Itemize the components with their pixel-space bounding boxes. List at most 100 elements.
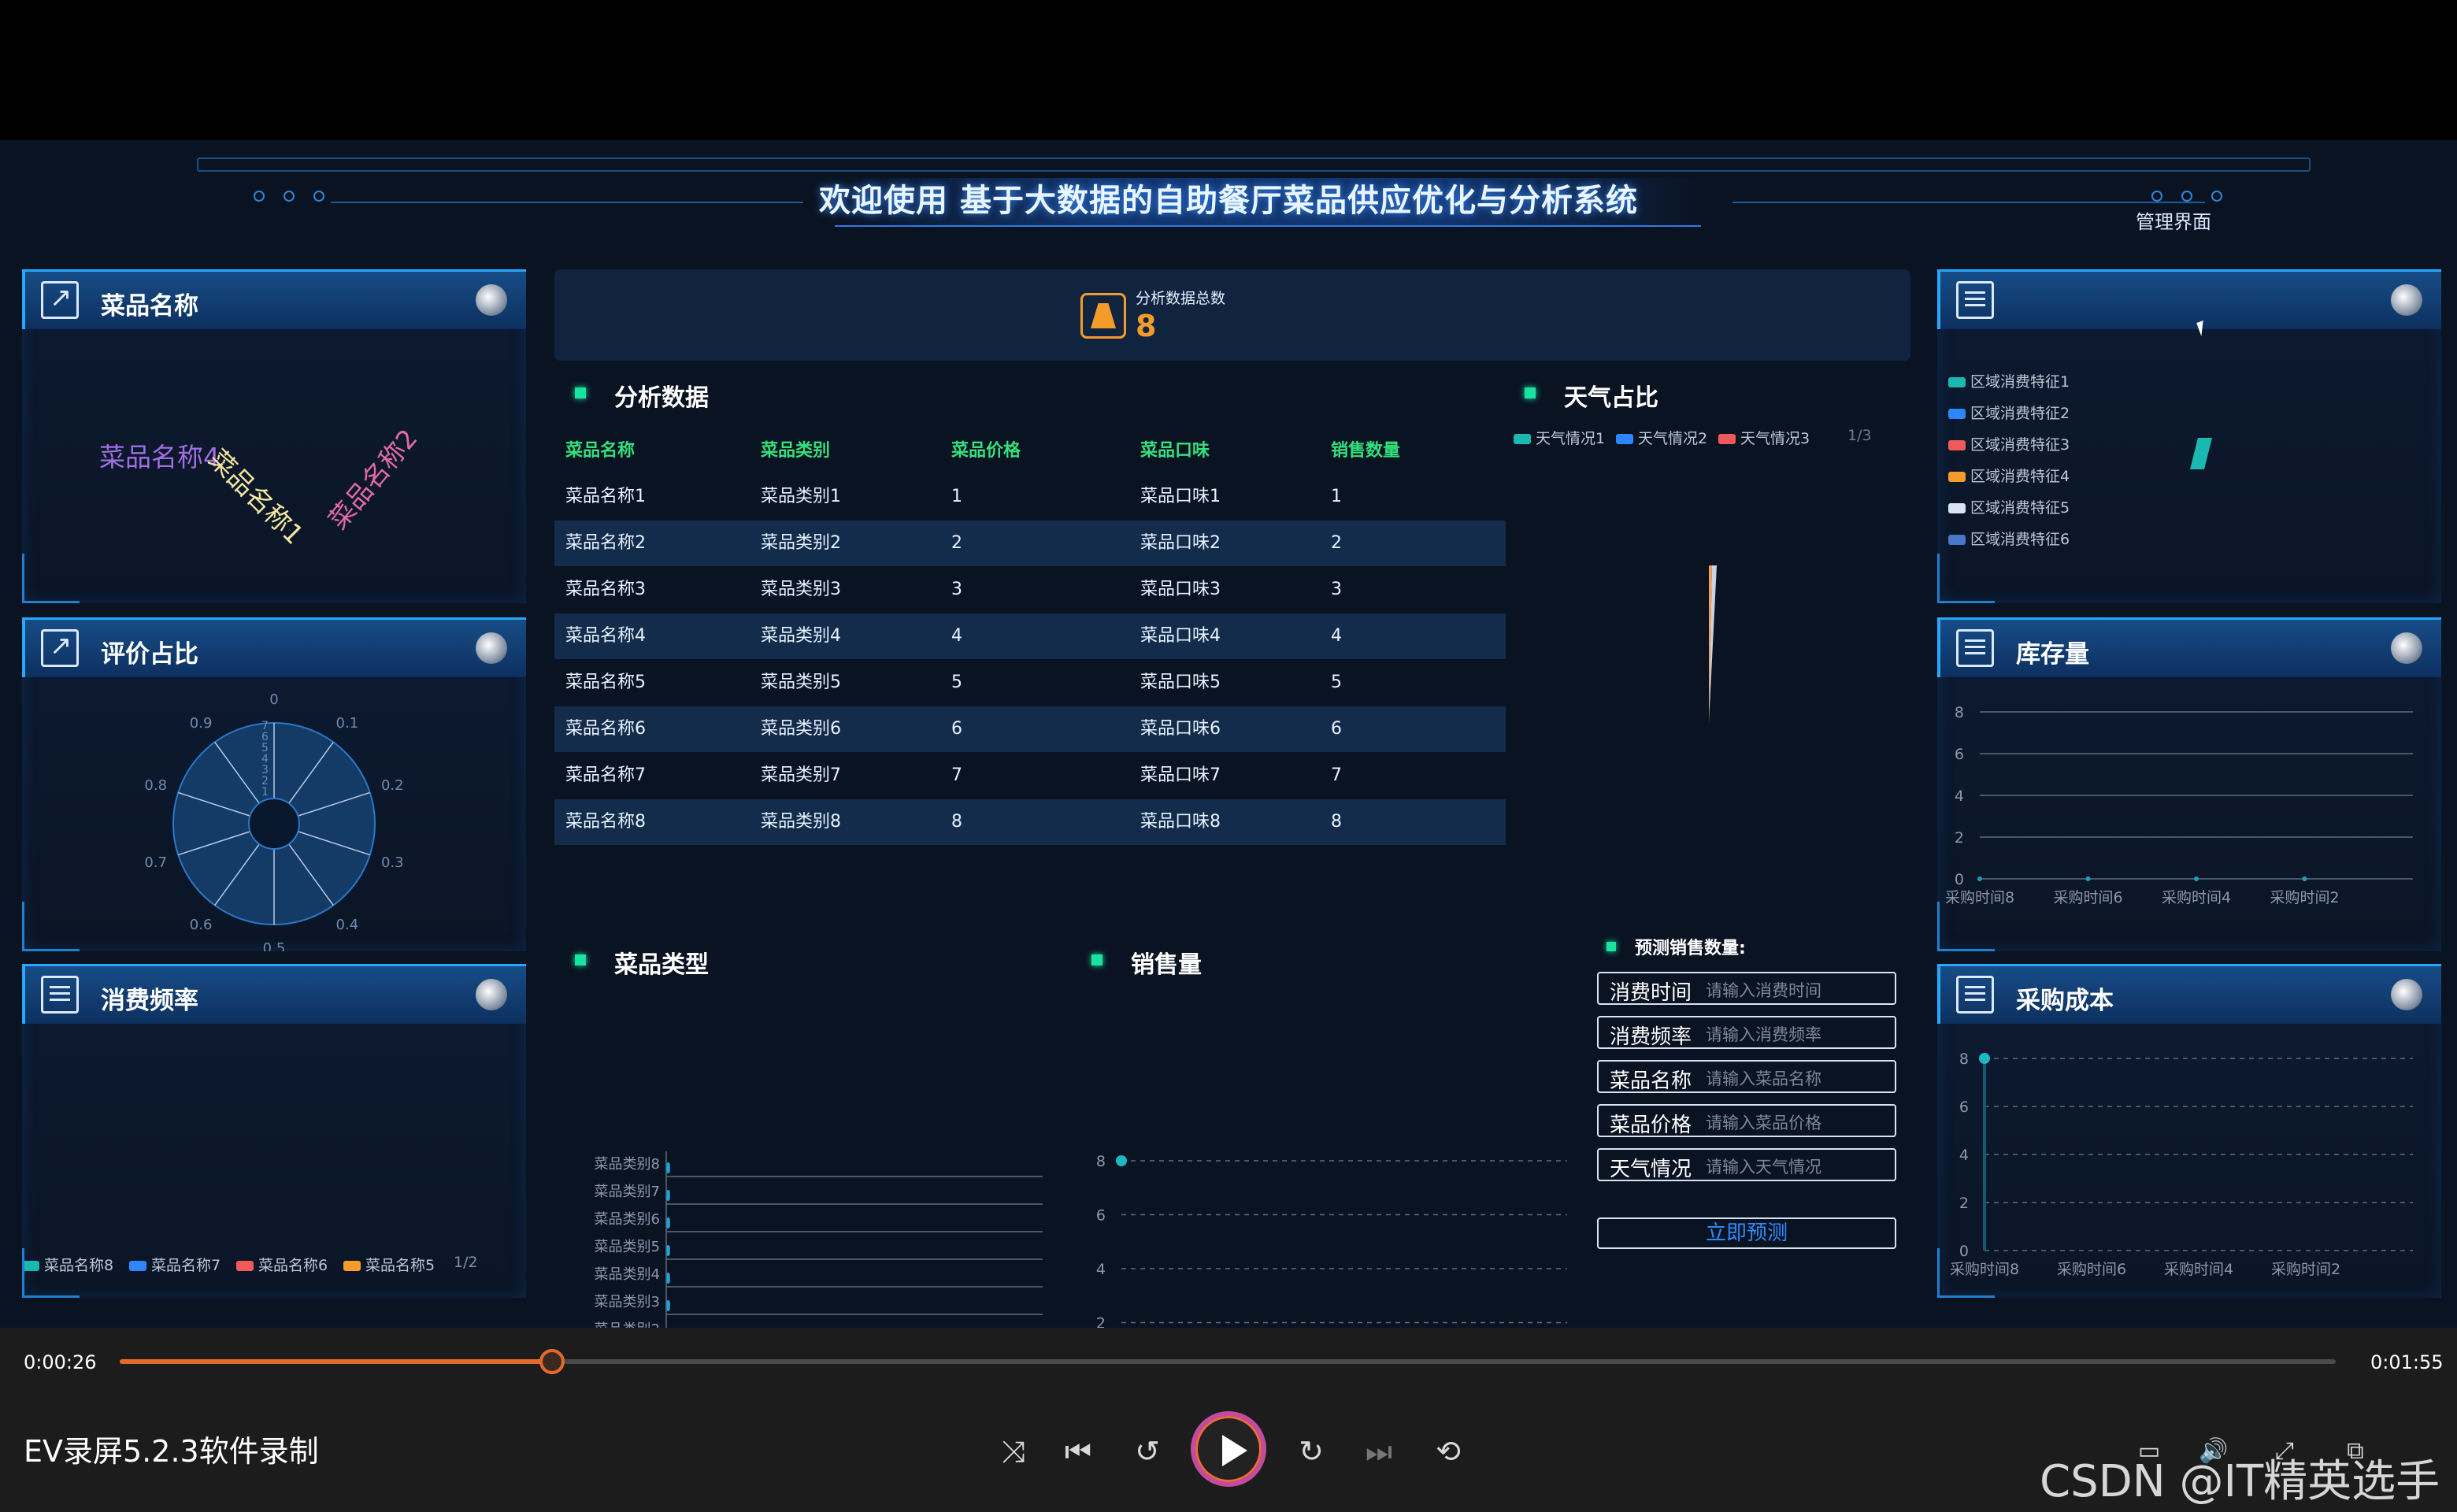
- panel-toggle-button[interactable]: [476, 284, 507, 316]
- dish-type-bar-chart: 菜品类别8菜品类别7菜品类别6菜品类别5菜品类别4菜品类别3菜品类别2菜品类别1…: [595, 1151, 1043, 1328]
- weather-legend: 天气情况1 天气情况2 天气情况3 1/3: [1514, 427, 1923, 450]
- table-cell: 菜品名称1: [565, 487, 646, 506]
- polar-tick-label: 0.2: [381, 777, 404, 794]
- y-tick-label: 4: [1959, 1147, 1969, 1164]
- data-point[interactable]: [2302, 876, 2307, 881]
- legend-swatch: [1948, 535, 1966, 545]
- progress-handle[interactable]: [539, 1349, 565, 1374]
- table-cell: 7: [1331, 765, 1342, 785]
- legend-swatch: [1948, 472, 1966, 482]
- current-time: 0:00:26: [24, 1351, 97, 1373]
- previous-icon[interactable]: ⏮: [1058, 1432, 1098, 1471]
- table-row[interactable]: 菜品名称4 菜品类别4 4 菜品口味4 4: [554, 613, 1506, 659]
- predict-input-field[interactable]: 菜品价格 请输入菜品价格: [1597, 1104, 1896, 1137]
- legend-item[interactable]: 区域消费特征3: [1948, 433, 2070, 454]
- table-header-cell: 销售数量: [1331, 441, 1401, 461]
- legend-item[interactable]: 天气情况1: [1514, 427, 1605, 448]
- repeat-icon[interactable]: ⟲: [1429, 1432, 1468, 1471]
- data-point[interactable]: [1116, 1155, 1127, 1166]
- section-title-sales: 销售量: [1131, 951, 1202, 979]
- legend-pager[interactable]: 1/2: [454, 1254, 478, 1271]
- legend-swatch: [1948, 409, 1966, 419]
- table-row[interactable]: 菜品名称1 菜品类别1 1 菜品口味1 1: [554, 474, 1506, 520]
- panel-header: [1937, 269, 2441, 329]
- list-icon: [1956, 976, 1994, 1014]
- predict-input-field[interactable]: 消费时间 请输入消费时间: [1597, 972, 1896, 1005]
- y-tick-label: 4: [1096, 1261, 1106, 1278]
- legend-item[interactable]: 区域消费特征6: [1948, 528, 2070, 549]
- panel-toggle-button[interactable]: [476, 979, 507, 1010]
- table-row[interactable]: 菜品名称7 菜品类别7 7 菜品口味7 7: [554, 753, 1506, 799]
- x-tick-label: 采购时间2: [2270, 889, 2339, 906]
- legend-swatch: [1948, 440, 1966, 450]
- predict-input-field[interactable]: 菜品名称 请输入菜品名称: [1597, 1060, 1896, 1093]
- data-point[interactable]: [2085, 876, 2091, 881]
- header-dot: [2151, 191, 2162, 202]
- table-row[interactable]: 菜品名称8 菜品类别8 8 菜品口味8 8: [554, 799, 1506, 845]
- table-cell: 菜品口味5: [1140, 673, 1221, 692]
- legend-item[interactable]: 区域消费特征4: [1948, 465, 2070, 486]
- legend-item[interactable]: 菜品名称6: [236, 1254, 328, 1275]
- y-tick-label: 2: [1955, 829, 1964, 847]
- next-icon[interactable]: ⏭: [1359, 1432, 1399, 1471]
- table-row[interactable]: 菜品名称2 菜品类别2 2 菜品口味2 2: [554, 521, 1506, 566]
- x-tick-label: 采购时间6: [2053, 889, 2122, 906]
- legend-item[interactable]: 菜品名称5: [343, 1254, 435, 1275]
- legend-label: 区域消费特征5: [1970, 499, 2070, 517]
- predict-button[interactable]: 立即预测: [1597, 1217, 1896, 1249]
- table-cell: 1: [951, 487, 962, 506]
- legend-item[interactable]: 天气情况3: [1718, 427, 1810, 448]
- predict-input-field[interactable]: 消费频率 请输入消费频率: [1597, 1016, 1896, 1049]
- panel-toggle-button[interactable]: [2391, 979, 2422, 1010]
- legend-item[interactable]: 区域消费特征1: [1948, 370, 2070, 391]
- table-cell: 菜品类别1: [761, 487, 841, 506]
- panel-header: 菜品名称: [22, 269, 526, 329]
- predict-field-placeholder: 请输入菜品名称: [1706, 1069, 1821, 1088]
- table-cell: 8: [1331, 812, 1342, 832]
- data-point[interactable]: [1979, 1053, 1990, 1064]
- list-icon: [1956, 281, 1994, 319]
- table-cell: 菜品名称7: [565, 765, 646, 785]
- summary-bar: 分析数据总数 8: [554, 269, 1910, 361]
- legend-item[interactable]: 天气情况2: [1616, 427, 1707, 448]
- summary-value: 8: [1136, 309, 1157, 343]
- panel-title: 消费频率: [101, 987, 198, 1015]
- table-row[interactable]: 菜品名称5 菜品类别5 5 菜品口味5 5: [554, 660, 1506, 706]
- table-cell: 菜品类别6: [761, 719, 841, 739]
- y-tick-label: 8: [1955, 704, 1964, 721]
- y-tick-label: 2: [1959, 1195, 1969, 1212]
- legend-label: 区域消费特征6: [1970, 531, 2070, 548]
- legend-label: 区域消费特征2: [1970, 405, 2070, 422]
- legend-item[interactable]: 菜品名称7: [129, 1254, 220, 1275]
- frame-corner: [1937, 902, 1995, 951]
- panel-toggle-button[interactable]: [2391, 632, 2422, 664]
- section-marker: [1525, 387, 1536, 398]
- table-row[interactable]: 菜品名称6 菜品类别6 6 菜品口味6 6: [554, 706, 1506, 752]
- table-cell: 2: [1331, 533, 1342, 553]
- legend-label: 区域消费特征4: [1970, 468, 2070, 485]
- legend-swatch: [1718, 434, 1736, 444]
- radial-tick-label: 3: [261, 764, 269, 776]
- data-point[interactable]: [2194, 876, 2199, 881]
- panel-title: 库存量: [2016, 640, 2089, 669]
- table-cell: 菜品口味2: [1140, 533, 1221, 553]
- data-point[interactable]: [1977, 876, 1982, 881]
- radial-tick-label: 4: [261, 753, 269, 765]
- polar-tick-label: 0.8: [144, 777, 167, 794]
- legend-swatch: [1514, 434, 1531, 444]
- header-dot: [2181, 191, 2192, 202]
- legend-pager[interactable]: 1/3: [1847, 427, 1872, 444]
- table-cell: 5: [951, 673, 962, 692]
- legend-item[interactable]: 区域消费特征5: [1948, 496, 2070, 517]
- forward-30-icon[interactable]: ↻: [1292, 1432, 1331, 1471]
- polar-tick-label: 0.5: [263, 940, 286, 951]
- table-row[interactable]: 菜品名称3 菜品类别3 3 菜品口味3 3: [554, 567, 1506, 613]
- rewind-10-icon[interactable]: ↺: [1128, 1432, 1167, 1471]
- play-button[interactable]: [1191, 1411, 1266, 1487]
- legend-item[interactable]: 区域消费特征2: [1948, 402, 2070, 423]
- predict-input-field[interactable]: 天气情况 请输入天气情况: [1597, 1148, 1896, 1181]
- shuffle-icon[interactable]: ⤨: [994, 1432, 1033, 1471]
- table-cell: 5: [1331, 673, 1342, 692]
- manage-link[interactable]: 管理界面: [2136, 206, 2211, 234]
- panel-toggle-button[interactable]: [2391, 284, 2422, 316]
